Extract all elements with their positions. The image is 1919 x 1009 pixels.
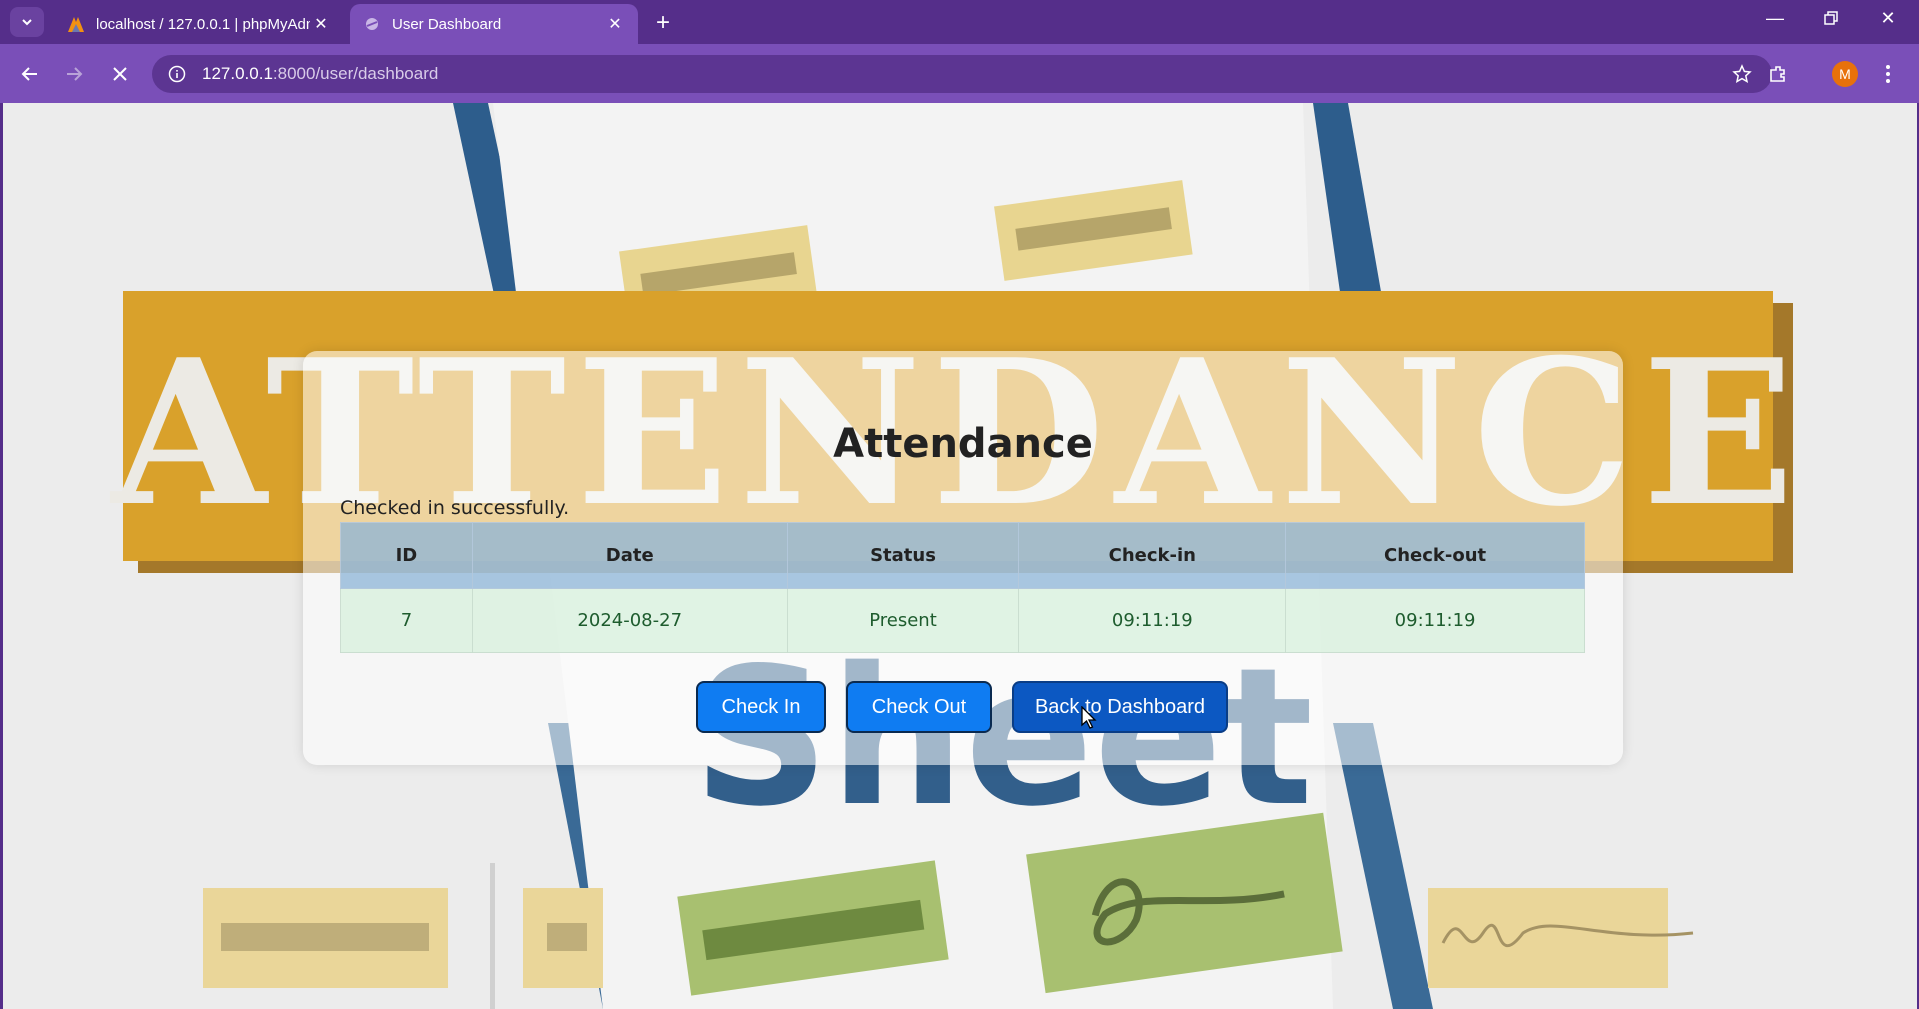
url-path: :8000/user/dashboard bbox=[272, 64, 439, 83]
tab-user-dashboard[interactable]: User Dashboard ✕ bbox=[350, 4, 638, 44]
close-icon[interactable]: ✕ bbox=[604, 13, 626, 35]
mouse-pointer-icon bbox=[1081, 706, 1097, 729]
tab-title: User Dashboard bbox=[392, 15, 502, 33]
close-icon[interactable]: ✕ bbox=[310, 13, 332, 35]
profile-avatar[interactable]: M bbox=[1832, 61, 1858, 87]
tab-strip: localhost / 127.0.0.1 | phpMyAdmin ✕ Use… bbox=[0, 0, 1919, 44]
back-arrow-icon[interactable] bbox=[12, 56, 48, 92]
tab-title: localhost / 127.0.0.1 | phpMyAdmin bbox=[96, 15, 310, 33]
site-info-icon[interactable] bbox=[166, 63, 188, 85]
attendance-table: ID Date Status Check-in Check-out 7 2024… bbox=[340, 522, 1585, 653]
page-title: Attendance bbox=[833, 421, 1093, 467]
phpmyadmin-icon bbox=[66, 14, 86, 34]
column-header-check-out: Check-out bbox=[1285, 522, 1585, 589]
globe-icon bbox=[362, 14, 382, 34]
tab-search-button[interactable] bbox=[10, 7, 44, 37]
url-text: 127.0.0.1:8000/user/dashboard bbox=[202, 64, 438, 84]
stop-loading-icon[interactable] bbox=[102, 56, 138, 92]
extensions-icon[interactable] bbox=[1760, 56, 1796, 92]
chevron-down-icon bbox=[22, 19, 32, 26]
check-in-button[interactable]: Check In bbox=[696, 681, 826, 733]
table-header-row: ID Date Status Check-in Check-out bbox=[340, 522, 1585, 589]
cell-date: 2024-08-27 bbox=[471, 588, 788, 653]
column-header-check-in: Check-in bbox=[1018, 522, 1287, 589]
address-bar[interactable]: 127.0.0.1:8000/user/dashboard bbox=[152, 55, 1772, 93]
check-out-button[interactable]: Check Out bbox=[846, 681, 992, 733]
attendance-card: Attendance Checked in successfully. ID D… bbox=[303, 351, 1623, 765]
minimize-icon[interactable]: — bbox=[1749, 0, 1801, 36]
table-row: 7 2024-08-27 Present 09:11:19 09:11:19 bbox=[340, 588, 1585, 653]
page-viewport: ATTENDANCE Sheet Attendance Checked in s… bbox=[3, 103, 1917, 1009]
bookmark-star-icon[interactable] bbox=[1730, 63, 1754, 85]
url-host: 127.0.0.1 bbox=[202, 64, 273, 83]
cell-check-in: 09:11:19 bbox=[1018, 588, 1287, 653]
cell-id: 7 bbox=[340, 588, 473, 653]
cell-status: Present bbox=[786, 588, 1020, 653]
tab-phpmyadmin[interactable]: localhost / 127.0.0.1 | phpMyAdmin ✕ bbox=[54, 4, 344, 44]
column-header-status: Status bbox=[786, 522, 1020, 589]
menu-kebab-icon[interactable] bbox=[1870, 56, 1906, 92]
forward-arrow-icon[interactable] bbox=[56, 56, 92, 92]
back-to-dashboard-button[interactable]: Back to Dashboard bbox=[1012, 681, 1228, 733]
column-header-id: ID bbox=[340, 522, 473, 589]
new-tab-button[interactable]: + bbox=[648, 8, 678, 38]
status-message: Checked in successfully. bbox=[340, 497, 570, 519]
close-window-icon[interactable]: ✕ bbox=[1862, 0, 1914, 36]
column-header-date: Date bbox=[471, 522, 788, 589]
restore-icon[interactable] bbox=[1805, 0, 1857, 36]
browser-toolbar: 127.0.0.1:8000/user/dashboard M bbox=[0, 44, 1919, 103]
cell-check-out: 09:11:19 bbox=[1285, 588, 1585, 653]
